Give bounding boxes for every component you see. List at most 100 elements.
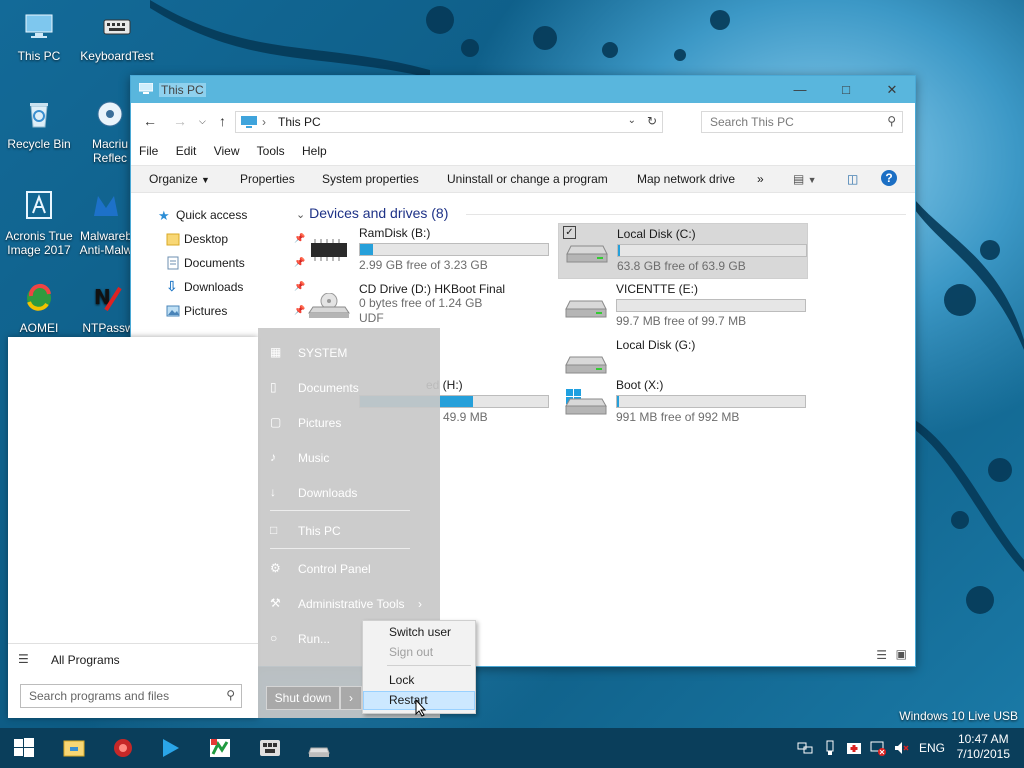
- organize-button[interactable]: Organize ▼: [149, 172, 210, 186]
- drive-tile-vicentte-e[interactable]: VICENTTE (E:) 99.7 MB free of 99.7 MB: [558, 279, 806, 333]
- app-icon-red[interactable]: [111, 736, 135, 760]
- drive-free-space: 2.99 GB free of 3.23 GB: [359, 258, 488, 272]
- address-bar[interactable]: › This PC ⌄ ↻: [235, 111, 663, 133]
- menu-tools[interactable]: Tools: [257, 144, 285, 158]
- desktop-watermark: Windows 10 Live USB: [899, 709, 1018, 723]
- menu-item-switch-user[interactable]: Switch user: [389, 625, 451, 639]
- keyboard-icon: [103, 19, 131, 35]
- view-options-icon[interactable]: ▤ ▼: [793, 172, 817, 186]
- windows-drive-icon: [565, 389, 607, 415]
- computer-icon: □: [270, 523, 278, 537]
- presentation-app-icon[interactable]: [208, 736, 232, 760]
- nav-pictures[interactable]: Pictures 📌: [166, 304, 305, 318]
- hard-drive-icon: [565, 356, 607, 374]
- command-bar: Organize ▼ Properties System properties …: [131, 165, 915, 193]
- uninstall-program-button[interactable]: Uninstall or change a program: [447, 172, 608, 186]
- keyboard-test-icon[interactable]: [258, 736, 282, 760]
- desktop-icon-aomei[interactable]: AOMEI: [2, 282, 76, 335]
- windows-start-icon[interactable]: [12, 736, 36, 760]
- drive-tile-local-disk-g[interactable]: Local Disk (G:): [558, 335, 806, 374]
- usb-device-icon[interactable]: [822, 740, 838, 756]
- menu-file[interactable]: File: [139, 144, 158, 158]
- drive-tile-boot-x[interactable]: Boot (X:) 991 MB free of 992 MB: [558, 375, 806, 429]
- desktop-icon-this-pc[interactable]: This PC: [2, 10, 76, 63]
- system-properties-button[interactable]: System properties: [322, 172, 419, 186]
- drive-usage-bar: [359, 243, 549, 256]
- more-commands-button[interactable]: »: [757, 172, 764, 186]
- nav-downloads[interactable]: ⇩ Downloads 📌: [166, 278, 305, 294]
- documents-library-icon: ▯: [270, 380, 277, 394]
- up-arrow-icon[interactable]: ↑: [219, 113, 226, 129]
- help-icon[interactable]: ?: [881, 170, 897, 186]
- drive-file-system: UDF: [359, 311, 384, 325]
- address-dropdown-icon[interactable]: ⌄: [628, 115, 636, 126]
- menu-item-lock[interactable]: Lock: [389, 673, 414, 687]
- drive-tile-cd-d[interactable]: CD Drive (D:) HKBoot Final 0 bytes free …: [301, 279, 549, 333]
- media-player-icon[interactable]: [158, 736, 182, 760]
- desktop-icon-ntpasswd[interactable]: N NTPassw: [80, 282, 136, 335]
- computer-icon: [139, 83, 153, 94]
- nav-desktop[interactable]: Desktop 📌: [166, 232, 305, 246]
- nav-documents[interactable]: Documents 📌: [167, 256, 305, 270]
- collapse-chevron-icon: ⌄: [296, 209, 306, 221]
- drive-tile-ramdisk-b[interactable]: RamDisk (B:) 2.99 GB free of 3.23 GB: [301, 223, 549, 277]
- window-title: This PC: [159, 83, 206, 97]
- recycle-bin-icon: [30, 103, 48, 128]
- details-view-icon[interactable]: ☰: [876, 648, 887, 662]
- large-icons-view-icon[interactable]: ▣: [896, 647, 907, 661]
- menu-bar: File Edit View Tools Help: [139, 144, 341, 164]
- forward-arrow-icon[interactable]: →: [173, 113, 187, 129]
- menu-view[interactable]: View: [214, 144, 240, 158]
- admin-tools-icon: ⚒: [270, 596, 281, 610]
- start-search-input[interactable]: Search programs and files ⚲: [20, 684, 242, 708]
- desktop-icon-keyboardtest[interactable]: KeyboardTest: [80, 10, 154, 63]
- devices-group-header[interactable]: ⌄ Devices and drives (8): [296, 205, 448, 221]
- hard-drive-icon: [566, 245, 608, 263]
- close-button[interactable]: ✕: [869, 76, 915, 103]
- maximize-button[interactable]: □: [823, 76, 869, 103]
- refresh-icon[interactable]: ↻: [647, 114, 657, 128]
- nav-quick-access[interactable]: ★ Quick access: [158, 208, 247, 223]
- search-input[interactable]: Search This PC ⚲: [701, 111, 903, 133]
- start-menu-separator: [270, 548, 410, 549]
- properties-button[interactable]: Properties: [240, 172, 295, 186]
- network-disconnected-icon[interactable]: [870, 740, 886, 756]
- cd-drive-icon: [308, 293, 350, 318]
- preview-pane-icon[interactable]: ◫: [847, 172, 858, 186]
- clock-date: 7/10/2015: [956, 747, 1010, 761]
- all-programs-button[interactable]: ☰ All Programs: [8, 643, 258, 674]
- menu-item-sign-out[interactable]: Sign out: [389, 645, 433, 659]
- recent-locations-chevron-icon[interactable]: ⌵: [199, 116, 206, 127]
- menu-separator: [387, 665, 471, 666]
- drive-tile-local-disk-c[interactable]: ✓ Local Disk (C:) 63.8 GB free of 63.9 G…: [558, 223, 808, 279]
- menu-help[interactable]: Help: [302, 144, 327, 158]
- drive-tool-icon[interactable]: [307, 736, 331, 760]
- drive-free-space: 63.8 GB free of 63.9 GB: [617, 259, 746, 273]
- input-language-indicator[interactable]: ENG: [919, 741, 945, 755]
- shut-down-options-arrow-icon[interactable]: ›: [340, 686, 362, 710]
- shut-down-button[interactable]: Shut down: [266, 686, 340, 710]
- minimize-button[interactable]: —: [777, 76, 823, 103]
- music-note-icon: ♪: [270, 450, 276, 464]
- desktop-icon-acronis[interactable]: Acronis True Image 2017: [2, 190, 76, 257]
- desktop-icon-malwarebytes[interactable]: Malwareb Anti-Malw: [76, 190, 136, 257]
- file-explorer-icon[interactable]: [62, 736, 86, 760]
- network-icon[interactable]: [797, 740, 813, 756]
- back-arrow-icon[interactable]: ←: [143, 113, 157, 129]
- desktop-icon-recycle-bin[interactable]: Recycle Bin: [2, 98, 76, 151]
- address-row: ← → ⌵ ↑ › This PC ⌄ ↻ Search This PC ⚲: [131, 103, 915, 139]
- title-bar[interactable]: This PC — □ ✕: [131, 76, 915, 103]
- drive-usage-fill: [618, 245, 620, 256]
- document-icon: [167, 256, 179, 270]
- pictures-icon: [166, 305, 180, 317]
- submenu-arrow-icon: ›: [418, 597, 422, 611]
- menu-edit[interactable]: Edit: [176, 144, 197, 158]
- taskbar: ENG 10:47 AM 7/10/2015: [0, 728, 1024, 768]
- drive-usage-bar: [617, 244, 807, 257]
- security-center-icon[interactable]: [846, 740, 862, 756]
- map-network-drive-button[interactable]: Map network drive: [637, 172, 735, 186]
- volume-muted-icon[interactable]: [893, 740, 909, 756]
- malwarebytes-icon: [94, 196, 118, 216]
- taskbar-clock[interactable]: 10:47 AM 7/10/2015: [957, 732, 1010, 762]
- start-menu-separator: [270, 510, 410, 511]
